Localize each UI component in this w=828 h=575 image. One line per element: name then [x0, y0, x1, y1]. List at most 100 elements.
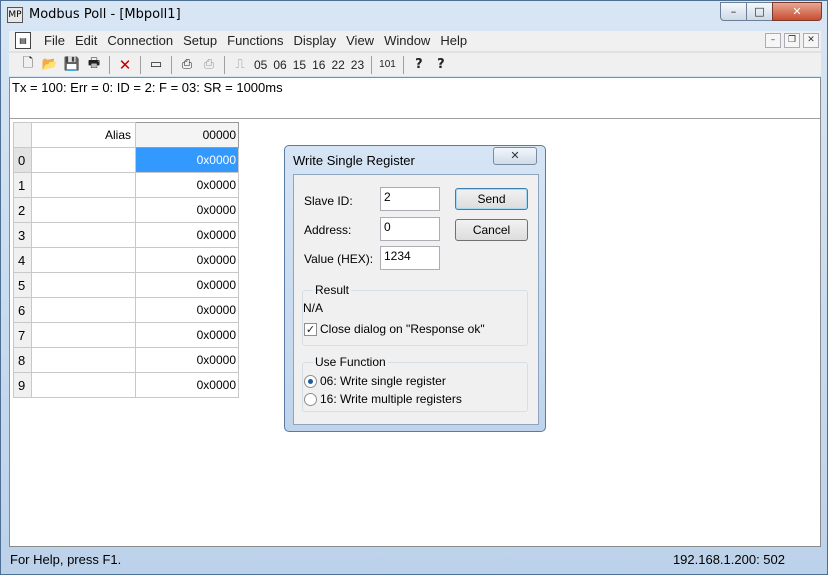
minimize-button[interactable]: – [720, 2, 747, 21]
toolbar-separator [402, 55, 404, 74]
menu-help[interactable]: Help [435, 33, 472, 48]
alias-cell[interactable] [31, 297, 136, 323]
table-row: 9 0x0000 [13, 372, 239, 398]
send-button[interactable]: Send [455, 188, 528, 210]
close-button[interactable]: ✕ [772, 2, 822, 21]
result-text: N/A [303, 301, 324, 315]
table-row: 1 0x0000 [13, 172, 239, 198]
fc-22-button[interactable]: 22 [328, 55, 347, 75]
slave-id-field[interactable]: 2 [380, 187, 440, 211]
menu-file[interactable]: File [39, 33, 70, 48]
value-cell[interactable]: 0x0000 [135, 147, 239, 173]
function-06-radio[interactable] [304, 375, 317, 388]
app-icon: MP [7, 7, 23, 23]
fc-16-button[interactable]: 16 [309, 55, 328, 75]
open-icon[interactable]: 📂 [39, 55, 61, 75]
row-header[interactable]: 4 [13, 247, 32, 273]
row-header[interactable]: 1 [13, 172, 32, 198]
dialog-close-button[interactable]: ✕ [493, 147, 537, 165]
title-bar[interactable]: MP Modbus Poll - [Mbpoll1] – □ ✕ [1, 1, 827, 29]
function-16-label[interactable]: 16: Write multiple registers [320, 392, 462, 406]
row-header[interactable]: 6 [13, 297, 32, 323]
value-cell[interactable]: 0x0000 [135, 272, 239, 298]
connect-icon[interactable]: ⎙ [176, 55, 198, 75]
maximize-button[interactable]: □ [746, 2, 773, 21]
menu-bar: ▤ File Edit Connection Setup Functions D… [9, 31, 821, 51]
menu-edit[interactable]: Edit [70, 33, 102, 48]
fc-23-button[interactable]: 23 [348, 55, 367, 75]
save-icon[interactable]: 💾 [61, 55, 83, 75]
alias-cell[interactable] [31, 147, 136, 173]
row-header[interactable]: 8 [13, 347, 32, 373]
close-on-response-checkbox[interactable]: ✓ [304, 323, 317, 336]
table-row: 0 0x0000 [13, 147, 239, 173]
row-header[interactable]: 7 [13, 322, 32, 348]
address-field[interactable]: 0 [380, 217, 440, 241]
result-group-label: Result [313, 283, 352, 297]
menu-connection[interactable]: Connection [102, 33, 178, 48]
fc-06-button[interactable]: 06 [270, 55, 289, 75]
print-icon[interactable]: 🖶 [83, 55, 105, 75]
alias-cell[interactable] [31, 347, 136, 373]
status-connection: 192.168.1.200: 502 [672, 552, 785, 567]
use-function-label: Use Function [313, 355, 388, 369]
cancel-button[interactable]: Cancel [455, 219, 528, 241]
window-icon[interactable]: ▭ [145, 55, 167, 75]
row-header[interactable]: 0 [13, 147, 32, 173]
dialog-body: Slave ID: 2 Address: 0 Value (HEX): 1234… [293, 174, 539, 425]
alias-cell[interactable] [31, 322, 136, 348]
fc-05-button[interactable]: 05 [251, 55, 270, 75]
divider [10, 118, 820, 119]
function-06-label[interactable]: 06: Write single register [320, 374, 446, 388]
alias-cell[interactable] [31, 197, 136, 223]
document-icon[interactable]: ▤ [15, 32, 31, 49]
mdi-close-button[interactable]: ✕ [803, 33, 819, 48]
value-cell[interactable]: 0x0000 [135, 197, 239, 223]
column-header-alias[interactable]: Alias [31, 122, 136, 148]
alias-cell[interactable] [31, 222, 136, 248]
write-single-register-dialog: Write Single Register ✕ Slave ID: 2 Addr… [284, 145, 546, 432]
mdi-restore-button[interactable]: ❐ [784, 33, 800, 48]
column-header-address[interactable]: 00000 [135, 122, 239, 148]
delete-icon[interactable]: ✕ [114, 55, 136, 75]
context-help-icon[interactable]: ? [430, 55, 452, 75]
close-on-response-label[interactable]: Close dialog on "Response ok" [320, 322, 485, 336]
row-header[interactable]: 5 [13, 272, 32, 298]
alias-cell[interactable] [31, 272, 136, 298]
value-cell[interactable]: 0x0000 [135, 322, 239, 348]
value-cell[interactable]: 0x0000 [135, 297, 239, 323]
mdi-minimize-button[interactable]: – [765, 33, 781, 48]
value-cell[interactable]: 0x0000 [135, 347, 239, 373]
menu-view[interactable]: View [341, 33, 379, 48]
toolbar: 🗋 📂 💾 🖶 ✕ ▭ ⎙ ⎙ ⎍ 05 06 15 16 22 23 101 … [9, 52, 821, 76]
pulse-icon[interactable]: ⎍ [229, 55, 251, 75]
alias-cell[interactable] [31, 247, 136, 273]
status-help-text: For Help, press F1. [10, 552, 122, 567]
value-cell[interactable]: 0x0000 [135, 247, 239, 273]
new-icon[interactable]: 🗋 [17, 55, 39, 75]
grid-corner[interactable] [13, 122, 32, 148]
menu-functions[interactable]: Functions [222, 33, 288, 48]
row-header[interactable]: 9 [13, 372, 32, 398]
binary-button[interactable]: 101 [376, 55, 399, 75]
toolbar-separator [109, 55, 110, 74]
value-cell[interactable]: 0x0000 [135, 222, 239, 248]
alias-cell[interactable] [31, 172, 136, 198]
fc-15-button[interactable]: 15 [290, 55, 309, 75]
poll-status-line: Tx = 100: Err = 0: ID = 2: F = 03: SR = … [12, 80, 283, 95]
table-row: 7 0x0000 [13, 322, 239, 348]
menu-display[interactable]: Display [289, 33, 342, 48]
disconnect-icon[interactable]: ⎙ [198, 55, 220, 75]
function-16-radio[interactable] [304, 393, 317, 406]
row-header[interactable]: 3 [13, 222, 32, 248]
menu-setup[interactable]: Setup [178, 33, 222, 48]
value-field[interactable]: 1234 [380, 246, 440, 270]
result-group: Result N/A ✓ Close dialog on "Response o… [302, 283, 528, 346]
table-row: 3 0x0000 [13, 222, 239, 248]
menu-window[interactable]: Window [379, 33, 435, 48]
alias-cell[interactable] [31, 372, 136, 398]
value-cell[interactable]: 0x0000 [135, 372, 239, 398]
row-header[interactable]: 2 [13, 197, 32, 223]
value-cell[interactable]: 0x0000 [135, 172, 239, 198]
help-icon[interactable]: ? [408, 55, 430, 75]
